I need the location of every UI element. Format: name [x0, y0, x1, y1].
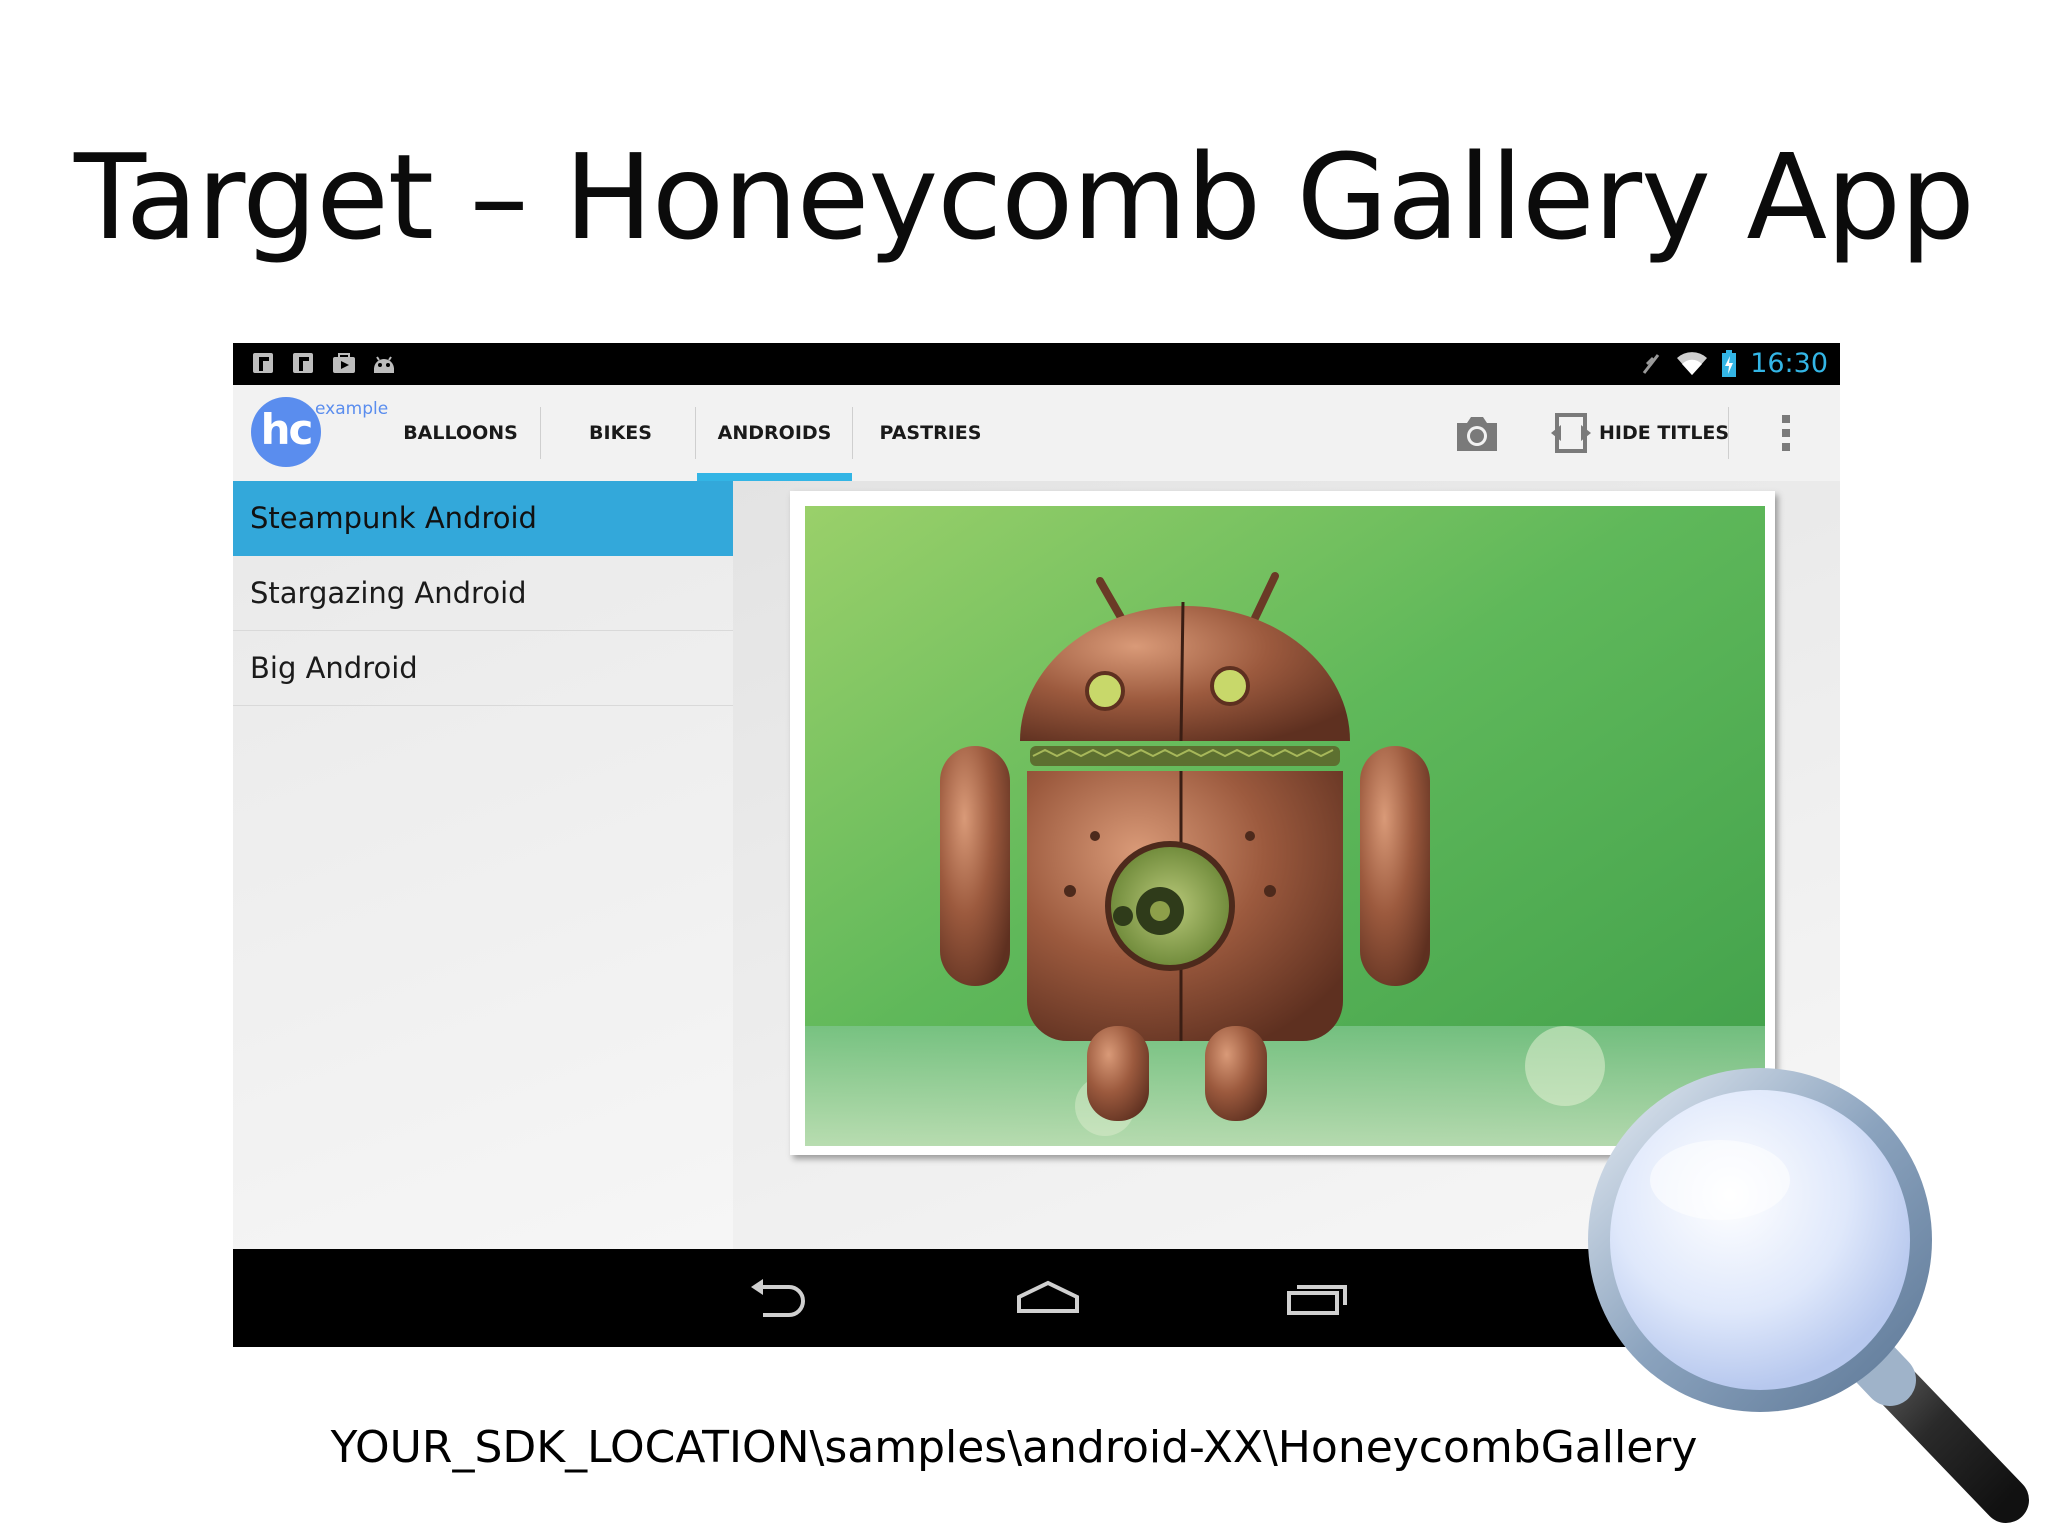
- tab-divider: [695, 407, 696, 459]
- overflow-menu-icon[interactable]: [1781, 413, 1791, 453]
- title-list: Steampunk Android Stargazing Android Big…: [233, 481, 733, 1249]
- tab-label: PASTRIES: [879, 422, 982, 444]
- status-bar: 16:30: [233, 343, 1840, 385]
- hide-titles-label: HIDE TITLES: [1599, 422, 1730, 444]
- selected-tab-indicator: [697, 473, 852, 481]
- camera-icon[interactable]: [1453, 409, 1501, 457]
- tab-balloons[interactable]: BALLOONS: [383, 385, 538, 481]
- app-logo-subtext: example: [315, 399, 389, 419]
- tab-label: BALLOONS: [403, 422, 518, 444]
- notification-icon: [293, 353, 313, 373]
- tab-androids[interactable]: ANDROIDS: [697, 385, 852, 481]
- slide-title: Target – Honeycomb Gallery App: [74, 128, 1975, 266]
- system-status-icons: 16:30: [1638, 348, 1828, 379]
- wifi-icon: [1677, 351, 1708, 375]
- hide-titles-icon: [1551, 413, 1591, 453]
- list-item-steampunk-android[interactable]: Steampunk Android: [233, 481, 733, 556]
- action-divider: [1728, 407, 1729, 459]
- home-icon[interactable]: [1013, 1271, 1083, 1325]
- shopping-bag-icon: [333, 353, 355, 373]
- battery-charging-icon: [1722, 349, 1737, 377]
- list-item-stargazing-android[interactable]: Stargazing Android: [233, 556, 733, 631]
- android-bugdroid-icon: [374, 356, 394, 373]
- sync-off-icon: [1643, 353, 1660, 374]
- tab-label: ANDROIDS: [717, 422, 832, 444]
- tab-bikes[interactable]: BIKES: [543, 385, 698, 481]
- app-logo[interactable]: hc: [251, 397, 321, 467]
- list-item-big-android[interactable]: Big Android: [233, 631, 733, 706]
- tab-divider: [540, 407, 541, 459]
- tab-pastries[interactable]: PASTRIES: [853, 385, 1008, 481]
- magnifying-glass-icon: [1588, 1068, 2029, 1523]
- notification-icon: [253, 353, 273, 373]
- hide-titles-button[interactable]: HIDE TITLES: [1551, 407, 1729, 459]
- tab-label: BIKES: [589, 422, 652, 444]
- back-icon[interactable]: [743, 1271, 813, 1325]
- status-clock: 16:30: [1750, 348, 1828, 379]
- action-bar: hc example BALLOONS BIKES ANDROIDS PASTR…: [233, 385, 1840, 481]
- notification-icons: [251, 351, 397, 375]
- recent-apps-icon[interactable]: [1283, 1271, 1353, 1325]
